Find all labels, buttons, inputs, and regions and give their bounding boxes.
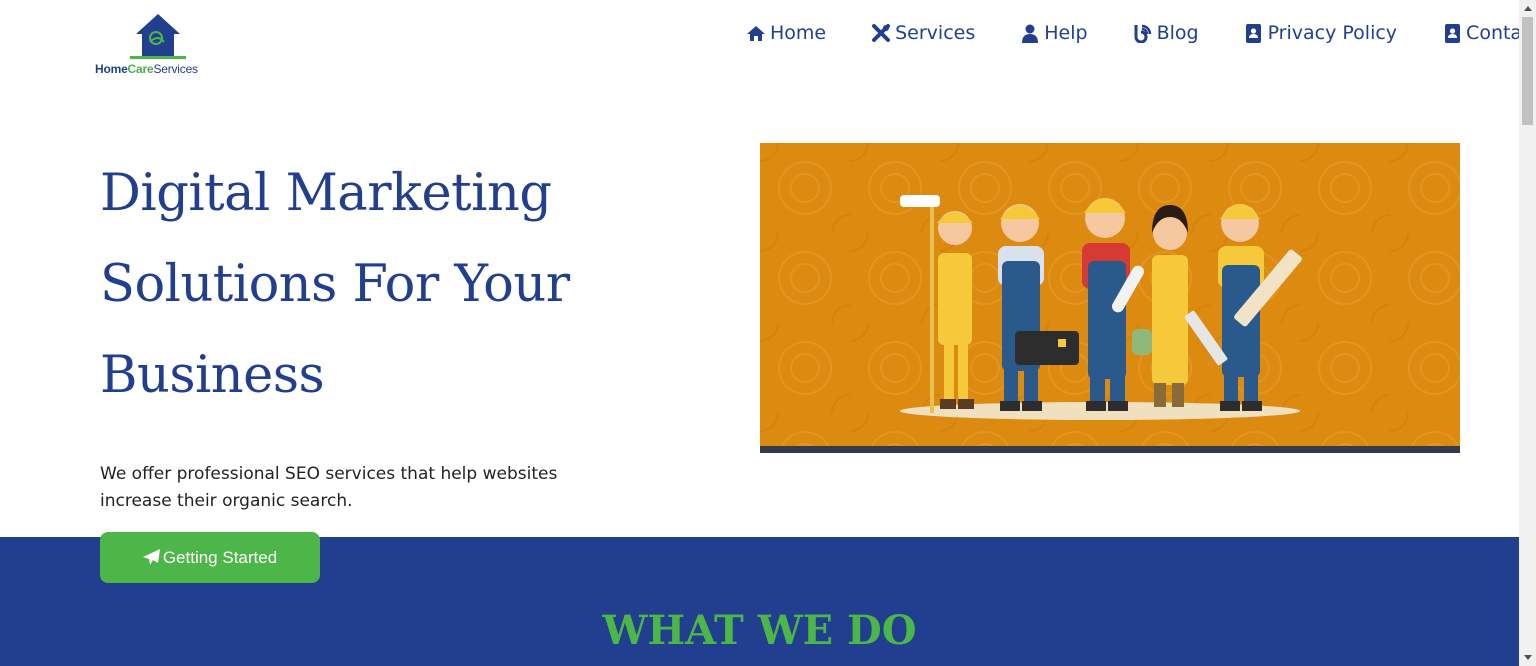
logo-wordmark: HomeCareServices (95, 62, 198, 76)
nav-item-services[interactable]: Services (870, 22, 975, 44)
nav-label-home: Home (770, 22, 827, 44)
paper-plane-icon (142, 549, 161, 566)
getting-started-label: Getting Started (162, 547, 278, 567)
nav-item-home[interactable]: Home (745, 22, 826, 44)
nav-label-help: Help (1044, 22, 1088, 44)
hero-illustration (760, 143, 1460, 453)
logo-text-care: Care (127, 62, 154, 76)
nav-item-privacy-policy[interactable]: Privacy Policy (1243, 22, 1397, 44)
address-book-icon (1441, 23, 1463, 43)
tools-icon (870, 23, 892, 43)
section-title: WHAT WE DO (602, 607, 917, 654)
nav-item-blog[interactable]: Blog (1132, 22, 1199, 44)
scroll-thumb[interactable] (1522, 17, 1533, 125)
main-nav: Home Services Help Blog Privacy Policy C… (745, 20, 1536, 46)
scroll-up-arrow-icon[interactable] (1519, 0, 1536, 17)
nav-item-help[interactable]: Help (1019, 22, 1088, 44)
getting-started-button[interactable]: Getting Started (100, 532, 320, 583)
image-bottom-bar (760, 446, 1460, 453)
contact-card-icon (1243, 23, 1265, 43)
workers-team-illustration (760, 143, 1460, 446)
nav-label-blog: Blog (1156, 22, 1199, 44)
hero-subtitle: We offer professional SEO services that … (100, 464, 558, 511)
logo-text-services: Services (153, 62, 198, 76)
user-icon (1019, 23, 1041, 43)
house-logo-icon (130, 14, 186, 59)
logo-text-home: Home (95, 62, 128, 76)
scroll-down-arrow-icon[interactable] (1519, 649, 1536, 666)
page-scrollbar[interactable] (1519, 0, 1536, 666)
hero-title: Digital Marketing Solutions For Your Bus… (100, 164, 570, 405)
blog-icon (1132, 23, 1154, 43)
nav-label-privacy-policy: Privacy Policy (1267, 22, 1398, 44)
site-logo[interactable]: HomeCareServices (95, 12, 215, 78)
nav-label-services: Services (895, 22, 976, 44)
home-icon (745, 23, 767, 43)
